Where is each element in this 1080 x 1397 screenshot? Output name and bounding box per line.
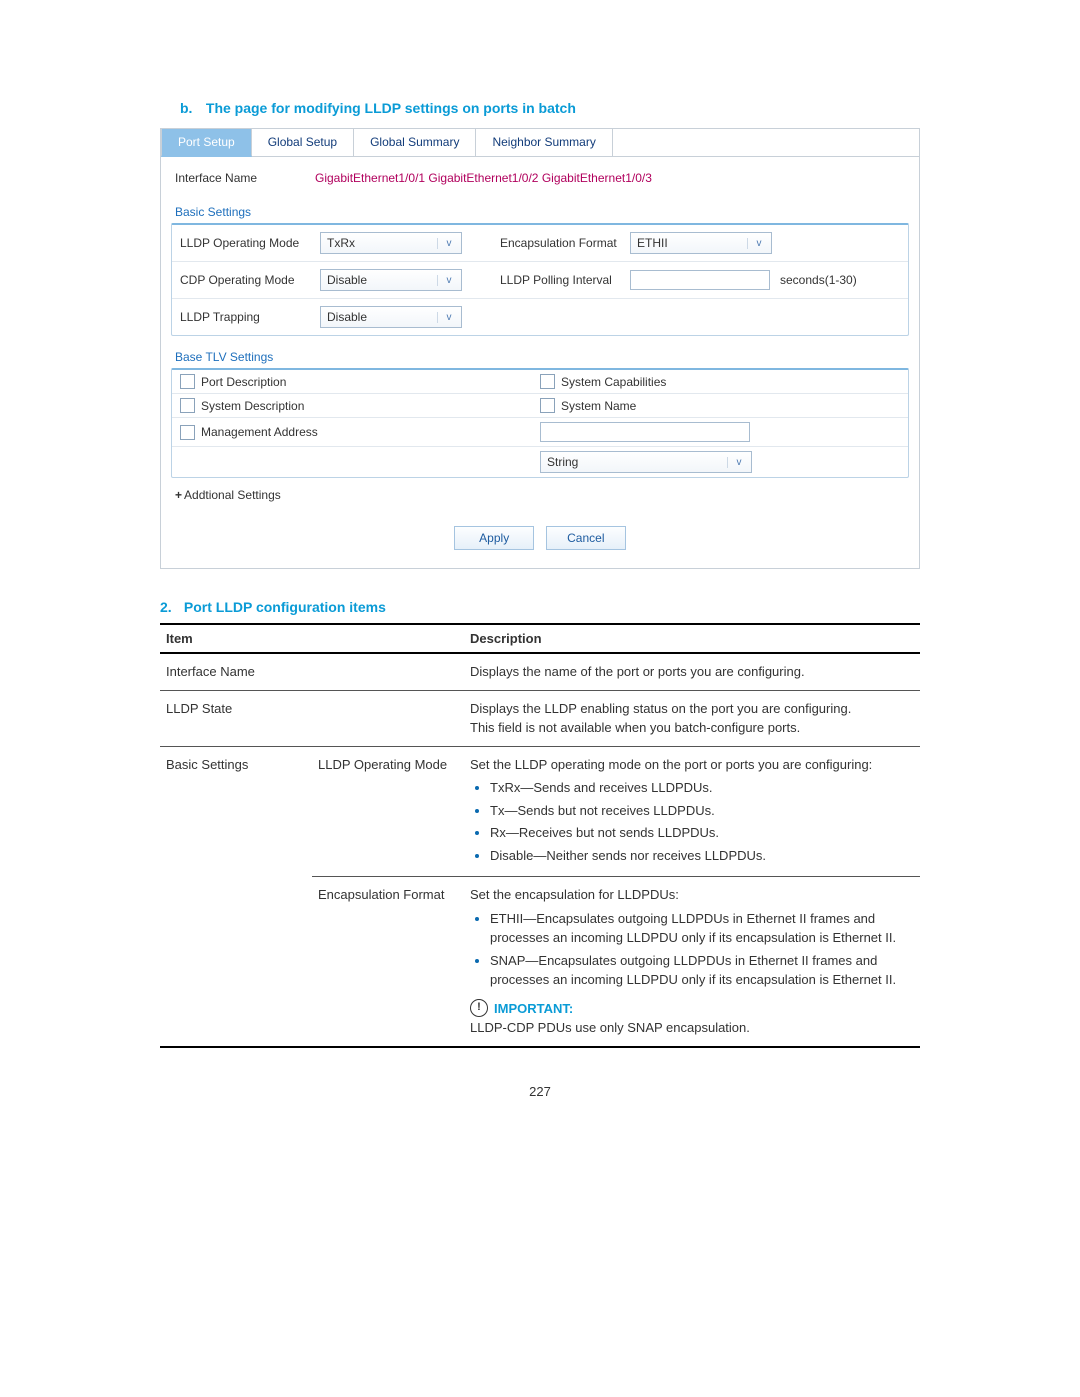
base-tlv-title: Base TLV Settings bbox=[175, 350, 909, 364]
poll-interval-suffix: seconds(1-30) bbox=[780, 273, 860, 287]
basic-settings-box: LLDP Operating Mode TxRx v Encapsulation… bbox=[171, 223, 909, 336]
encap-format-label: Encapsulation Format bbox=[500, 236, 630, 250]
tab-bar: Port Setup Global Setup Global Summary N… bbox=[161, 128, 919, 157]
section-b-heading: b. The page for modifying LLDP settings … bbox=[180, 100, 920, 116]
system-capabilities-label: System Capabilities bbox=[561, 375, 666, 389]
system-capabilities-checkbox[interactable] bbox=[540, 374, 555, 389]
important-label: IMPORTANT: bbox=[494, 999, 573, 1019]
table-row: LLDP State Displays the LLDP enabling st… bbox=[160, 690, 920, 746]
tab-global-setup[interactable]: Global Setup bbox=[252, 128, 354, 156]
cancel-button[interactable]: Cancel bbox=[546, 526, 626, 550]
lldp-port-setup-panel: Port Setup Global Setup Global Summary N… bbox=[160, 128, 920, 569]
poll-interval-label: LLDP Polling Interval bbox=[500, 273, 630, 287]
important-icon: ! bbox=[470, 999, 488, 1017]
section-b-num: b. bbox=[180, 100, 202, 116]
chevron-down-icon: v bbox=[437, 275, 457, 286]
port-description-checkbox[interactable] bbox=[180, 374, 195, 389]
desc-encapsulation-format: Set the encapsulation for LLDPDUs: ETHII… bbox=[464, 877, 920, 1047]
desc-lldp-state: Displays the LLDP enabling status on the… bbox=[464, 690, 920, 746]
base-tlv-box: Port Description System Capabilities Sys… bbox=[171, 368, 909, 478]
item-interface-name: Interface Name bbox=[160, 653, 464, 690]
subitem-lldp-operating-mode: LLDP Operating Mode bbox=[312, 746, 464, 877]
encap-format-select[interactable]: ETHII v bbox=[630, 232, 772, 254]
management-address-checkbox[interactable] bbox=[180, 425, 195, 440]
table-head-item: Item bbox=[160, 624, 464, 653]
section-2-title: Port LLDP configuration items bbox=[184, 599, 386, 615]
subitem-encapsulation-format: Encapsulation Format bbox=[312, 877, 464, 1047]
item-basic-settings: Basic Settings bbox=[160, 746, 312, 1047]
plus-icon: + bbox=[175, 488, 182, 502]
interface-name-value: GigabitEthernet1/0/1 GigabitEthernet1/0/… bbox=[315, 171, 652, 185]
apply-button[interactable]: Apply bbox=[454, 526, 534, 550]
lldp-trapping-label: LLDP Trapping bbox=[180, 310, 320, 324]
table-row: Basic Settings LLDP Operating Mode Set t… bbox=[160, 746, 920, 877]
interface-name-row: Interface Name GigabitEthernet1/0/1 Giga… bbox=[171, 165, 909, 191]
table-row: Interface Name Displays the name of the … bbox=[160, 653, 920, 690]
config-items-table: Item Description Interface Name Displays… bbox=[160, 623, 920, 1048]
chevron-down-icon: v bbox=[437, 238, 457, 249]
basic-settings-title: Basic Settings bbox=[175, 205, 909, 219]
chevron-down-icon: v bbox=[747, 238, 767, 249]
system-name-checkbox[interactable] bbox=[540, 398, 555, 413]
lldp-mode-select[interactable]: TxRx v bbox=[320, 232, 462, 254]
cdp-mode-select[interactable]: Disable v bbox=[320, 269, 462, 291]
item-lldp-state: LLDP State bbox=[160, 690, 464, 746]
interface-name-label: Interface Name bbox=[175, 171, 315, 185]
lldp-mode-label: LLDP Operating Mode bbox=[180, 236, 320, 250]
desc-interface-name: Displays the name of the port or ports y… bbox=[464, 653, 920, 690]
desc-lldp-operating-mode: Set the LLDP operating mode on the port … bbox=[464, 746, 920, 877]
management-address-type-select[interactable]: String v bbox=[540, 451, 752, 473]
section-b-title: The page for modifying LLDP settings on … bbox=[206, 100, 576, 116]
management-address-input[interactable] bbox=[540, 422, 750, 442]
chevron-down-icon: v bbox=[727, 457, 747, 468]
port-description-label: Port Description bbox=[201, 375, 286, 389]
lldp-trapping-select[interactable]: Disable v bbox=[320, 306, 462, 328]
system-description-label: System Description bbox=[201, 399, 304, 413]
poll-interval-input[interactable] bbox=[630, 270, 770, 290]
chevron-down-icon: v bbox=[437, 312, 457, 323]
section-2-num: 2. bbox=[160, 599, 180, 615]
table-head-description: Description bbox=[464, 624, 920, 653]
section-2-heading: 2. Port LLDP configuration items bbox=[160, 599, 920, 615]
system-name-label: System Name bbox=[561, 399, 636, 413]
management-address-label: Management Address bbox=[201, 425, 318, 439]
cdp-mode-label: CDP Operating Mode bbox=[180, 273, 320, 287]
tab-global-summary[interactable]: Global Summary bbox=[354, 128, 476, 156]
tab-neighbor-summary[interactable]: Neighbor Summary bbox=[476, 128, 612, 156]
system-description-checkbox[interactable] bbox=[180, 398, 195, 413]
tab-port-setup[interactable]: Port Setup bbox=[161, 128, 252, 157]
page-number: 227 bbox=[160, 1084, 920, 1099]
additional-settings-toggle[interactable]: +Addtional Settings bbox=[171, 478, 909, 512]
